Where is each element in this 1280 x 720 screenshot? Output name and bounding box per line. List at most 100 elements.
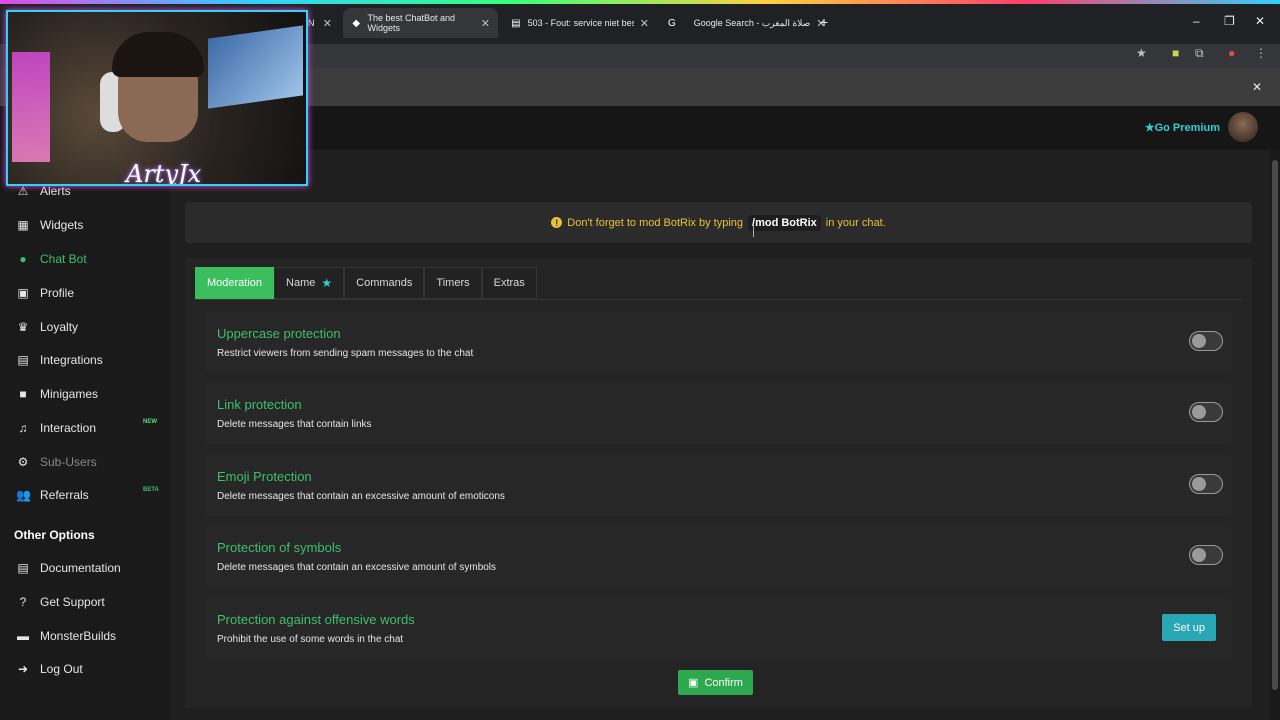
sidebar-item-integrations[interactable]: ▤ Integrations (16, 353, 102, 367)
sidebar-item-label: Get Support (40, 595, 105, 609)
scrollbar-thumb[interactable] (1272, 160, 1278, 690)
tab-title: The best ChatBot and Widgets (367, 13, 456, 33)
profile-icon[interactable]: ● (1228, 46, 1235, 60)
menu-dots-icon[interactable]: ⋮ (1255, 46, 1267, 60)
sidebar-item-label: Interaction (40, 421, 97, 435)
sidebar-item-label: Widgets (40, 218, 84, 232)
beta-badge: BETA (143, 487, 159, 493)
sidebar-item-label: Documentation (40, 561, 121, 575)
tab-label: Extras (493, 277, 525, 289)
card-title: Emoji Protection (217, 469, 312, 484)
minimize-button[interactable]: – (1193, 14, 1200, 28)
go-premium-link[interactable]: ★Go Premium (1145, 121, 1220, 134)
close-window-button[interactable]: ✕ (1255, 14, 1265, 28)
confirm-label: Confirm (704, 676, 743, 689)
sidebar-item-log-out[interactable]: ➜ Log Out (16, 662, 83, 676)
tab-title: Google Search - صلاة المغرب (693, 17, 811, 28)
browser-tab-4[interactable]: G Google Search - صلاة المغرب ✕ (660, 8, 826, 38)
logout-icon: ➜ (17, 662, 29, 676)
bookmark-star-icon[interactable]: ★ (1136, 46, 1147, 60)
tab-label: Name (286, 277, 316, 289)
tab-commands[interactable]: Commands (344, 267, 425, 299)
sidebar-item-label: Profile (40, 286, 75, 300)
tab-label: Timers (436, 277, 470, 289)
widgets-icon: ▦ (17, 218, 29, 232)
gamepad-icon: ■ (19, 387, 27, 401)
symbols-protection-toggle[interactable] (1189, 545, 1223, 565)
browser-tab-2[interactable]: ◆ The best ChatBot and Widgets ✕ (343, 8, 498, 38)
extension-icon[interactable]: ■ (1172, 46, 1179, 60)
tab-timers[interactable]: Timers (424, 267, 482, 299)
close-tab-icon[interactable]: ✕ (323, 17, 332, 30)
save-icon: ▣ (688, 677, 699, 689)
sidebar-item-sub-users[interactable]: ⚙ Sub-Users (16, 455, 97, 469)
sidebar-item-profile[interactable]: ▣ Profile (16, 286, 74, 300)
mod-command: /mod BotRix (748, 214, 821, 231)
trophy-icon: ♛ (17, 320, 29, 334)
close-tab-icon[interactable]: ✕ (640, 17, 649, 30)
emoji-protection-toggle[interactable] (1189, 474, 1223, 494)
avatar[interactable] (1228, 112, 1258, 142)
sidebar-item-get-support[interactable]: ? Get Support (16, 595, 105, 609)
close-tab-icon[interactable]: ✕ (481, 17, 490, 30)
emoji-protection-card: Emoji Protection Delete messages that co… (206, 455, 1232, 516)
sidebar-item-label: Sub-Users (40, 455, 97, 469)
toggle-knob (1192, 334, 1206, 348)
link-protection-card: Link protection Delete messages that con… (206, 383, 1232, 444)
google-icon: G (668, 17, 676, 29)
sidebar-item-label: MonsterBuilds (40, 629, 117, 643)
hair-image (112, 32, 204, 77)
uppercase-protection-toggle[interactable] (1189, 331, 1223, 351)
alert-text-end: in your chat. (825, 216, 886, 229)
tab-name[interactable]: Name ★ (274, 267, 345, 299)
tab-moderation[interactable]: Moderation (195, 267, 275, 299)
puzzle-icon[interactable]: ⧉ (1195, 46, 1204, 61)
alert-icon: ⚠ (17, 184, 29, 198)
alert-text: Don't forget to mod BotRix by typing (567, 216, 744, 229)
integrations-icon: ▤ (17, 353, 29, 367)
toggle-knob (1192, 405, 1206, 419)
uppercase-protection-card: Uppercase protection Restrict viewers fr… (206, 312, 1232, 373)
maximize-button[interactable]: ❐ (1224, 14, 1235, 28)
premium-label: Go Premium (1154, 122, 1220, 134)
users-cog-icon: ⚙ (17, 455, 29, 469)
sidebar-item-label: Referrals (40, 488, 89, 502)
tab-label: Commands (356, 277, 413, 289)
desktop-icon: ▬ (17, 629, 29, 643)
new-tab-button[interactable]: + (820, 14, 828, 30)
sidebar-item-monsterbuilds[interactable]: ▬ MonsterBuilds (16, 629, 116, 643)
other-options-heading: Other Options (14, 528, 95, 542)
card-title: Uppercase protection (217, 326, 341, 341)
card-description: Prohibit the use of some words in the ch… (217, 634, 404, 645)
new-badge: NEW (143, 419, 157, 425)
confirm-button[interactable]: ▣ Confirm (678, 670, 753, 695)
card-description: Delete messages that contain an excessiv… (217, 491, 505, 502)
card-description: Delete messages that contain an excessiv… (217, 562, 497, 573)
card-title: Link protection (217, 397, 302, 412)
sidebar-item-documentation[interactable]: ▤ Documentation (16, 561, 121, 575)
tab-extras[interactable]: Extras (481, 267, 537, 299)
tab-label: Moderation (207, 277, 263, 289)
sidebar-item-widgets[interactable]: ▦ Widgets (16, 218, 83, 232)
sidebar-item-interaction[interactable]: ♫ Interaction (16, 421, 97, 435)
sidebar-item-minigames[interactable]: ■ Minigames (16, 387, 98, 401)
book-icon: ▤ (17, 561, 29, 575)
card-description: Delete messages that contain links (217, 419, 372, 430)
sidebar-item-label: Log Out (40, 662, 83, 676)
monitor-image (208, 25, 303, 109)
set-up-button[interactable]: Set up (1162, 614, 1216, 641)
sidebar-item-referrals[interactable]: 👥 Referrals (16, 488, 89, 502)
tab-title: N (308, 18, 315, 28)
sidebar-item-label: Minigames (40, 387, 99, 401)
browser-tab-3[interactable]: ▤ 503 - Fout: service niet beschikb ✕ (502, 8, 657, 38)
music-note-icon: ♫ (18, 421, 28, 435)
robot-icon: ● (19, 252, 27, 266)
sidebar-item-chat-bot[interactable]: ● Chat Bot (16, 252, 86, 266)
card-title: Protection of symbols (217, 540, 342, 555)
sidebar-item-alerts[interactable]: ⚠ Alerts (16, 184, 71, 198)
question-icon: ? (19, 595, 27, 609)
toggle-knob (1192, 477, 1206, 491)
link-protection-toggle[interactable] (1189, 402, 1223, 422)
close-icon[interactable]: ✕ (1252, 80, 1262, 94)
sidebar-item-loyalty[interactable]: ♛ Loyalty (16, 320, 78, 334)
